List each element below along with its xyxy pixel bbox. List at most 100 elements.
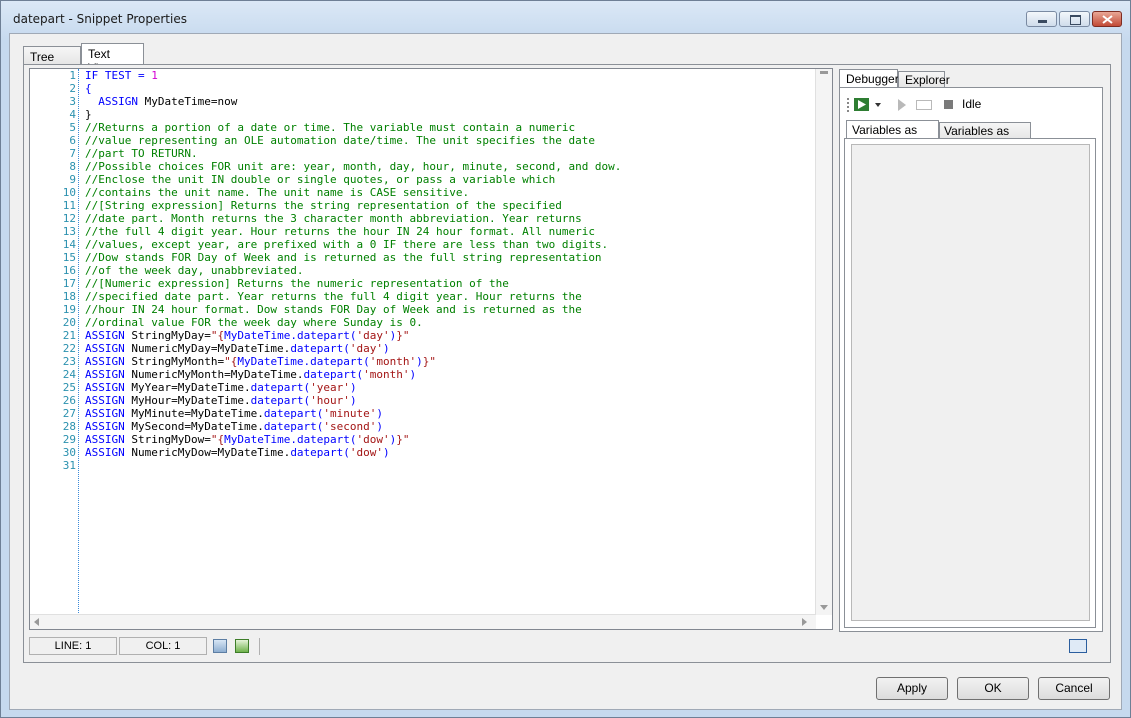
status-divider	[259, 638, 260, 655]
code-line[interactable]: 21 ASSIGN StringMyDay="{MyDateTime.datepa…	[63, 329, 815, 342]
code-line[interactable]: 14 //values, except year, are prefixed wi…	[63, 238, 815, 251]
code-token: StringMyDow=	[131, 433, 211, 446]
line-number: 24	[62, 368, 76, 381]
tab-text-view[interactable]: Text View	[81, 43, 144, 75]
code-line[interactable]: 15 //Dow stands FOR Day of Week and is re…	[63, 251, 815, 264]
code-line[interactable]: 12 //date part. Month returns the 3 chara…	[63, 212, 815, 225]
code-line[interactable]: 18 //specified date part. Year returns th…	[63, 290, 815, 303]
close-window-button[interactable]	[1092, 11, 1122, 27]
code-token: )	[416, 355, 423, 368]
code-line[interactable]: 22 ASSIGN NumericMyDay=MyDateTime.datepar…	[63, 342, 815, 355]
code-line[interactable]: 20 //ordinal value FOR the week day where…	[63, 316, 815, 329]
ok-button[interactable]: OK	[957, 677, 1029, 700]
tab-tree-view[interactable]: Tree View	[23, 46, 81, 78]
code-line[interactable]: 2{	[69, 82, 815, 95]
code-line[interactable]: 31	[63, 459, 815, 472]
code-token: ASSIGN	[85, 368, 132, 381]
code-token: //value representing an OLE automation d…	[85, 134, 595, 147]
code-line[interactable]: 30 ASSIGN NumericMyDow=MyDateTime.datepar…	[63, 446, 815, 459]
code-line[interactable]: 9 //Enclose the unit IN double or single …	[69, 173, 815, 186]
line-number: 15	[62, 251, 76, 264]
code-token: )	[349, 394, 357, 407]
code-line[interactable]: 29 ASSIGN StringMyDow="{MyDateTime.datepa…	[63, 433, 815, 446]
scroll-right-icon	[802, 618, 807, 626]
code-lines[interactable]: 1 IF TEST = 1 2{3 ASSIGN MyDateTime=now 4} 5…	[63, 69, 815, 472]
horizontal-scrollbar[interactable]	[30, 614, 816, 629]
code-token: "{	[224, 355, 238, 368]
code-token: "{	[210, 433, 225, 446]
code-line[interactable]: 23 ASSIGN StringMyMonth="{MyDateTime.date…	[63, 355, 815, 368]
code-line[interactable]: 13 //the full 4 digit year. Hour returns …	[63, 225, 815, 238]
line-number: 9	[69, 173, 76, 186]
code-token: }"	[396, 329, 410, 342]
line-number: 28	[62, 420, 76, 433]
code-line[interactable]: 4}	[69, 108, 815, 121]
print-icon[interactable]	[213, 639, 227, 653]
code-token: MyMinute=MyDateTime.	[131, 407, 264, 420]
code-line[interactable]: 26 ASSIGN MyHour=MyDateTime.datepart('hou…	[63, 394, 815, 407]
code-line[interactable]: 3 ASSIGN MyDateTime=now	[69, 95, 815, 108]
code-line[interactable]: 17 //[Numeric expression] Returns the num…	[63, 277, 815, 290]
line-number: 11	[62, 199, 76, 212]
code-token: //date part. Month returns the 3 charact…	[85, 212, 582, 225]
window-title: datepart - Snippet Properties	[13, 12, 187, 26]
code-token: 'minute'	[323, 407, 377, 420]
code-line[interactable]: 8 //Possible choices FOR unit are: year, …	[69, 160, 815, 173]
line-number: 3	[69, 95, 76, 108]
code-line[interactable]: 19 //hour IN 24 hour format. Dow stands F…	[63, 303, 815, 316]
spell-check-icon[interactable]	[235, 639, 249, 653]
code-token: 'month'	[369, 355, 417, 368]
tab-explorer[interactable]: Explorer	[898, 71, 950, 88]
panel-toggle-icon[interactable]	[1069, 639, 1087, 653]
code-line[interactable]: 24 ASSIGN NumericMyMonth=MyDateTime.datep…	[63, 368, 815, 381]
code-line[interactable]: 11 //[String expression] Returns the stri…	[63, 199, 815, 212]
code-line[interactable]: 25 ASSIGN MyYear=MyDateTime.datepart('yea…	[63, 381, 815, 394]
continue-icon[interactable]	[897, 99, 906, 111]
code-token: MyDateTime.datepart(	[224, 433, 357, 446]
code-line[interactable]: 27 ASSIGN MyMinute=MyDateTime.datepart('m…	[63, 407, 815, 420]
line-number: 12	[62, 212, 76, 225]
apply-button[interactable]: Apply	[876, 677, 948, 700]
code-line[interactable]: 28 ASSIGN MySecond=MyDateTime.datepart('s…	[63, 420, 815, 433]
code-token: datepart(	[263, 420, 324, 433]
line-number: 17	[62, 277, 76, 290]
code-token: MyDateTime.datepart(	[237, 355, 370, 368]
code-token: //[String expression] Returns the string…	[85, 199, 562, 212]
title-bar[interactable]: datepart - Snippet Properties	[1, 1, 1130, 33]
code-token: 'day'	[349, 342, 384, 355]
code-line[interactable]: 1 IF TEST = 1	[69, 69, 815, 82]
code-token: //part TO RETURN.	[85, 147, 198, 160]
code-token: "{	[210, 329, 225, 342]
dropdown-arrow-icon[interactable]	[875, 103, 881, 107]
code-token: ASSIGN	[85, 329, 132, 342]
step-over-icon[interactable]	[916, 100, 932, 110]
run-debug-icon[interactable]	[854, 97, 871, 112]
line-number: 8	[69, 160, 76, 173]
toolbar-grip-icon	[847, 98, 851, 112]
vertical-scrollbar[interactable]	[815, 69, 832, 615]
code-line[interactable]: 6 //value representing an OLE automation …	[69, 134, 815, 147]
maximize-button[interactable]	[1059, 11, 1090, 27]
code-line[interactable]: 7 //part TO RETURN.	[69, 147, 815, 160]
code-token: )	[349, 381, 357, 394]
code-line[interactable]: 10 //contains the unit name. The unit nam…	[63, 186, 815, 199]
cancel-button[interactable]: Cancel	[1038, 677, 1110, 700]
line-number: 19	[62, 303, 76, 316]
code-token: }"	[422, 355, 437, 368]
line-indicator: LINE: 1	[29, 637, 117, 655]
code-token: 'year'	[310, 381, 350, 394]
tab-debugger[interactable]: Debugger	[839, 69, 899, 88]
code-line[interactable]: 5 //Returns a portion of a date or time. …	[69, 121, 815, 134]
tab-variables-as-text[interactable]: Variables as Text	[846, 120, 939, 151]
code-line[interactable]: 16 //of the week day, unabbreviated.	[63, 264, 815, 277]
code-editor[interactable]: 1 IF TEST = 1 2{3 ASSIGN MyDateTime=now 4} 5…	[29, 68, 833, 630]
variables-text-area[interactable]	[851, 144, 1090, 621]
code-token: //the full 4 digit year. Hour returns th…	[85, 225, 595, 238]
stop-icon[interactable]	[944, 100, 953, 109]
code-token: ASSIGN	[85, 355, 132, 368]
editor-status-bar: LINE: 1 COL: 1	[29, 637, 1103, 657]
line-number: 6	[69, 134, 76, 147]
line-number: 22	[62, 342, 76, 355]
minimize-button[interactable]	[1026, 11, 1057, 27]
code-token: datepart(	[290, 446, 350, 459]
